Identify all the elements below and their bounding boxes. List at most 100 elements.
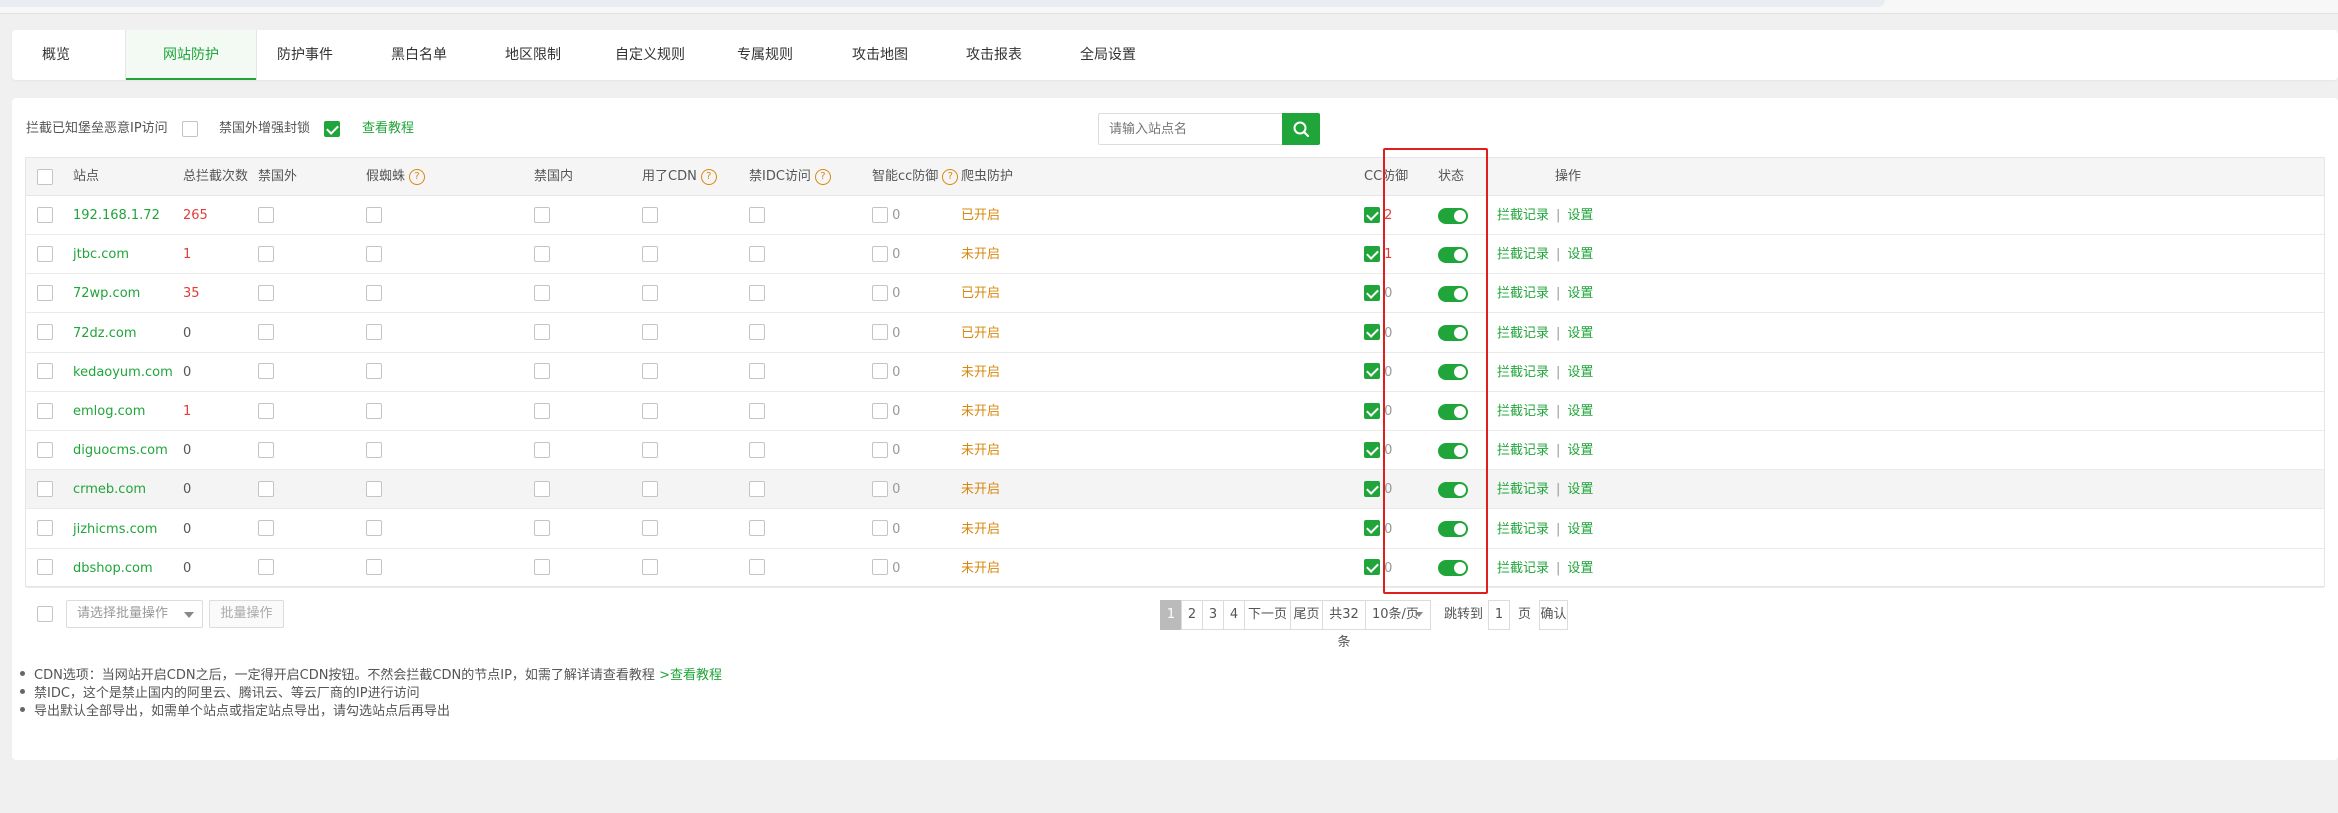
status-toggle[interactable] (1438, 481, 1468, 498)
next-page-button[interactable]: 下一页 (1244, 600, 1291, 630)
settings-link[interactable]: 设置 (1567, 522, 1593, 537)
status-toggle[interactable] (1438, 285, 1468, 302)
ban-foreign-checkbox[interactable] (258, 245, 274, 262)
goto-confirm-button[interactable]: 确认 (1539, 600, 1568, 630)
tab-protection-events[interactable]: 防护事件 (262, 30, 348, 80)
settings-link[interactable]: 设置 (1567, 326, 1593, 341)
page-1[interactable]: 1 (1160, 600, 1182, 630)
page-3[interactable]: 3 (1202, 600, 1224, 630)
cc-defense-checkbox[interactable] (1364, 559, 1380, 576)
crawler-status[interactable]: 未开启 (961, 510, 1000, 549)
fake-spider-checkbox[interactable] (366, 324, 382, 341)
cc-defense-checkbox[interactable] (1364, 441, 1380, 458)
site-name-link[interactable]: 72wp.com (73, 274, 140, 313)
ban-idc-checkbox[interactable] (749, 363, 765, 380)
fake-spider-checkbox[interactable] (366, 284, 382, 301)
site-name-link[interactable]: emlog.com (73, 392, 145, 431)
ban-idc-checkbox[interactable] (749, 559, 765, 576)
site-name-link[interactable]: jtbc.com (73, 235, 129, 274)
smart-cc-checkbox[interactable] (872, 324, 888, 341)
used-cdn-checkbox[interactable] (642, 206, 658, 223)
site-search-input[interactable] (1098, 113, 1282, 145)
ban-idc-checkbox[interactable] (749, 284, 765, 301)
ban-domestic-checkbox[interactable] (534, 559, 550, 576)
ban-foreign-checkbox[interactable] (258, 363, 274, 380)
used-cdn-checkbox[interactable] (642, 559, 658, 576)
help-icon[interactable]: ? (700, 168, 717, 185)
settings-link[interactable]: 设置 (1567, 443, 1593, 458)
cc-defense-checkbox[interactable] (1364, 402, 1380, 419)
ban-domestic-checkbox[interactable] (534, 402, 550, 419)
row-checkbox[interactable] (37, 402, 53, 419)
status-toggle[interactable] (1438, 207, 1468, 224)
fake-spider-checkbox[interactable] (366, 363, 382, 380)
select-all-checkbox[interactable] (37, 168, 53, 185)
crawler-status[interactable]: 未开启 (961, 549, 1000, 588)
fake-spider-checkbox[interactable] (366, 559, 382, 576)
status-toggle[interactable] (1438, 246, 1468, 263)
site-name-link[interactable]: crmeb.com (73, 470, 146, 509)
batch-select-all-checkbox[interactable] (37, 606, 53, 622)
used-cdn-checkbox[interactable] (642, 441, 658, 458)
ban-domestic-checkbox[interactable] (534, 480, 550, 497)
fake-spider-checkbox[interactable] (366, 245, 382, 262)
cc-defense-checkbox[interactable] (1364, 363, 1380, 380)
block-log-link[interactable]: 拦截记录 (1497, 561, 1549, 576)
tab-region-limit[interactable]: 地区限制 (490, 30, 576, 80)
ban-domestic-checkbox[interactable] (534, 520, 550, 537)
fake-spider-checkbox[interactable] (366, 480, 382, 497)
status-toggle[interactable] (1438, 521, 1468, 538)
cc-defense-checkbox[interactable] (1364, 284, 1380, 301)
smart-cc-checkbox[interactable] (872, 441, 888, 458)
smart-cc-checkbox[interactable] (872, 245, 888, 262)
row-checkbox[interactable] (37, 480, 53, 497)
ban-idc-checkbox[interactable] (749, 324, 765, 341)
crawler-status[interactable]: 未开启 (961, 235, 1000, 274)
site-name-link[interactable]: kedaoyum.com (73, 353, 173, 392)
used-cdn-checkbox[interactable] (642, 480, 658, 497)
tab-exclusive-rules[interactable]: 专属规则 (722, 30, 808, 80)
site-name-link[interactable]: diguocms.com (73, 431, 168, 470)
settings-link[interactable]: 设置 (1567, 286, 1593, 301)
smart-cc-checkbox[interactable] (872, 480, 888, 497)
row-checkbox[interactable] (37, 363, 53, 380)
block-log-link[interactable]: 拦截记录 (1497, 443, 1549, 458)
tab-custom-rules[interactable]: 自定义规则 (600, 30, 700, 80)
settings-link[interactable]: 设置 (1567, 404, 1593, 419)
ban-foreign-checkbox[interactable] (258, 206, 274, 223)
cc-defense-checkbox[interactable] (1364, 480, 1380, 497)
page-2[interactable]: 2 (1181, 600, 1203, 630)
tab-attack-report[interactable]: 攻击报表 (951, 30, 1037, 80)
site-name-link[interactable]: 192.168.1.72 (73, 196, 160, 235)
row-checkbox[interactable] (37, 284, 53, 301)
cc-defense-checkbox[interactable] (1364, 206, 1380, 223)
crawler-status[interactable]: 已开启 (961, 314, 1000, 353)
ban-domestic-checkbox[interactable] (534, 284, 550, 301)
search-button[interactable] (1282, 113, 1320, 145)
ban-domestic-checkbox[interactable] (534, 441, 550, 458)
settings-link[interactable]: 设置 (1567, 482, 1593, 497)
cc-defense-checkbox[interactable] (1364, 324, 1380, 341)
ban-foreign-checkbox[interactable] (258, 284, 274, 301)
status-toggle[interactable] (1438, 442, 1468, 459)
status-toggle[interactable] (1438, 364, 1468, 381)
ban-idc-checkbox[interactable] (749, 520, 765, 537)
ban-idc-checkbox[interactable] (749, 441, 765, 458)
smart-cc-checkbox[interactable] (872, 402, 888, 419)
block-log-link[interactable]: 拦截记录 (1497, 365, 1549, 380)
block-log-link[interactable]: 拦截记录 (1497, 482, 1549, 497)
goto-page-input[interactable]: 1 (1488, 600, 1510, 630)
smart-cc-checkbox[interactable] (872, 284, 888, 301)
ban-foreign-checkbox[interactable] (258, 480, 274, 497)
block-log-link[interactable]: 拦截记录 (1497, 326, 1549, 341)
tab-attack-map[interactable]: 攻击地图 (837, 30, 923, 80)
status-toggle[interactable] (1438, 325, 1468, 342)
used-cdn-checkbox[interactable] (642, 324, 658, 341)
row-checkbox[interactable] (37, 245, 53, 262)
row-checkbox[interactable] (37, 559, 53, 576)
used-cdn-checkbox[interactable] (642, 520, 658, 537)
status-toggle[interactable] (1438, 403, 1468, 420)
settings-link[interactable]: 设置 (1567, 365, 1593, 380)
crawler-status[interactable]: 未开启 (961, 470, 1000, 509)
site-name-link[interactable]: 72dz.com (73, 314, 137, 353)
